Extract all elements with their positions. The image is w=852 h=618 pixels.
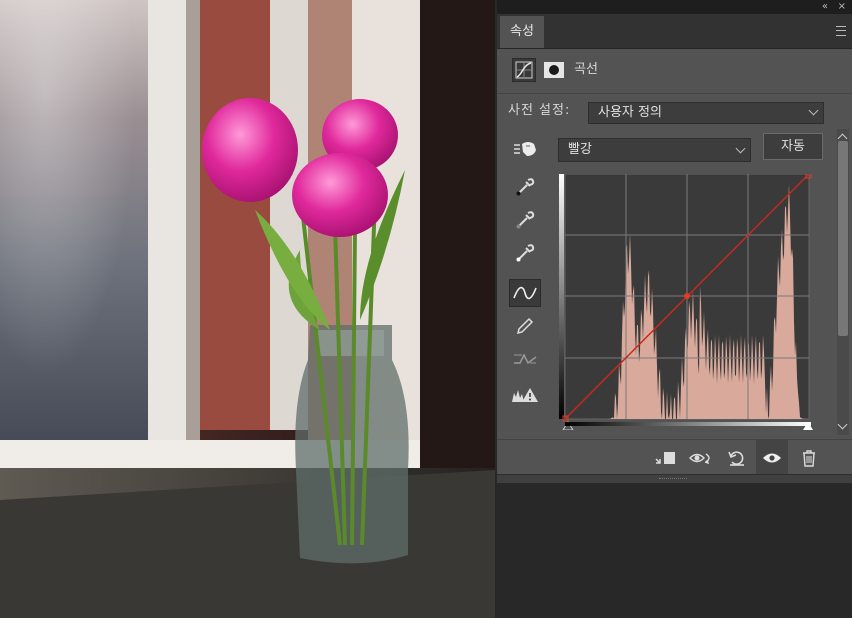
curves-graph[interactable] <box>559 172 815 431</box>
panel-tab-bar: 속성 <box>497 14 852 49</box>
adjustment-title: 곡선 <box>574 62 598 77</box>
panel-footer <box>497 439 852 476</box>
chevron-down-icon <box>735 143 746 154</box>
white-point-eyedropper-icon[interactable] <box>509 239 541 267</box>
tab-properties[interactable]: 속성 <box>500 16 544 48</box>
panel-resize-handle[interactable] <box>497 474 852 483</box>
adjustment-header: 곡선 <box>497 49 852 94</box>
properties-panel: « × 속성 곡선 사전 설정: 사용자 정의 빨강 자동 <box>497 0 852 618</box>
delete-trash-icon[interactable] <box>793 440 825 476</box>
chevron-down-icon <box>808 105 819 116</box>
document-canvas-photo[interactable] <box>0 0 495 618</box>
grip-dots <box>659 478 687 481</box>
smooth-curve-icon[interactable] <box>509 345 541 373</box>
black-point-eyedropper-icon[interactable] <box>509 173 541 201</box>
view-previous-state-icon[interactable] <box>685 440 717 476</box>
double-chevron-right-icon[interactable]: « <box>822 0 828 14</box>
input-gradient-bar <box>565 422 811 426</box>
preset-label: 사전 설정: <box>508 103 571 118</box>
auto-button[interactable]: 자동 <box>763 133 823 160</box>
curve-point-midtone[interactable] <box>684 293 690 299</box>
on-image-adjustment-hand-icon[interactable] <box>512 138 538 160</box>
gray-point-eyedropper-icon[interactable] <box>509 206 541 234</box>
tulip-photo-image <box>0 0 495 618</box>
preset-value: 사용자 정의 <box>598 105 662 120</box>
panel-scrollbar[interactable] <box>834 129 852 435</box>
hamburger-menu-icon[interactable] <box>836 26 846 36</box>
clip-to-layer-icon[interactable] <box>649 440 681 476</box>
visibility-eye-icon[interactable] <box>756 440 788 476</box>
panel-top-strip: « × <box>497 0 852 14</box>
preset-dropdown[interactable]: 사용자 정의 <box>588 102 824 124</box>
layer-mask-icon[interactable] <box>543 61 565 79</box>
channel-dropdown[interactable]: 빨강 <box>558 138 751 162</box>
pencil-draw-icon[interactable] <box>509 312 541 340</box>
channel-value: 빨강 <box>568 142 592 157</box>
close-icon[interactable]: × <box>838 0 846 14</box>
output-gradient-bar <box>559 174 564 419</box>
scroll-thumb[interactable] <box>838 141 848 336</box>
clipping-warning-icon[interactable] <box>509 381 541 409</box>
curve-points-icon[interactable] <box>509 279 541 307</box>
curves-adjustment-icon[interactable] <box>512 58 536 82</box>
reset-icon[interactable] <box>721 440 753 476</box>
properties-body: 곡선 사전 설정: 사용자 정의 빨강 자동 <box>497 49 852 476</box>
